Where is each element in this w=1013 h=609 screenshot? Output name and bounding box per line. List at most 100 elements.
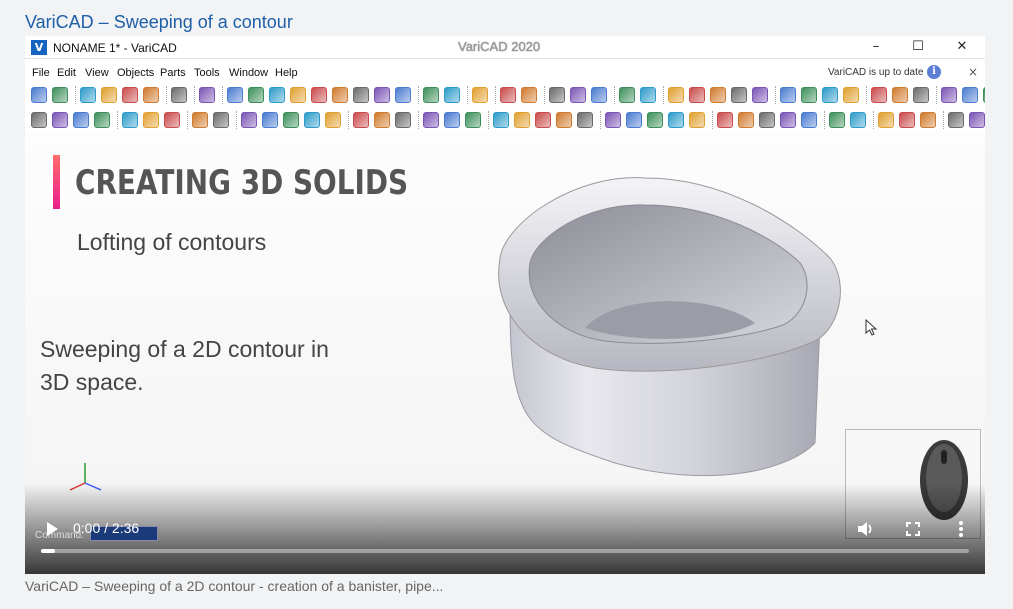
toolbar-tool-icon[interactable] (311, 87, 327, 103)
toolbar-tool-icon[interactable] (668, 112, 684, 128)
toolbar-tool-icon[interactable] (164, 112, 180, 128)
toolbar-tool-icon[interactable] (353, 112, 369, 128)
toolbar-tool-icon[interactable] (94, 112, 110, 128)
toolbar-tool-icon[interactable] (605, 112, 621, 128)
toolbar-tool-icon[interactable] (52, 87, 68, 103)
toolbar-tool-icon[interactable] (626, 112, 642, 128)
toolbar-tool-icon[interactable] (689, 87, 705, 103)
more-options-icon[interactable] (951, 519, 971, 539)
toolbar-tool-icon[interactable] (465, 112, 481, 128)
toolbar-tool-icon[interactable] (423, 112, 439, 128)
toolbar-tool-icon[interactable] (871, 87, 887, 103)
toolbar-tool-icon[interactable] (80, 87, 96, 103)
toolbar-tool-icon[interactable] (899, 112, 915, 128)
toolbar-tool-icon[interactable] (52, 112, 68, 128)
toolbar-tool-icon[interactable] (689, 112, 705, 128)
toolbar-tool-icon[interactable] (101, 87, 117, 103)
progress-bar[interactable] (41, 549, 969, 553)
toolbar-tool-icon[interactable] (577, 112, 593, 128)
toolbar-tool-icon[interactable] (514, 112, 530, 128)
toolbar-tool-icon[interactable] (941, 87, 957, 103)
menu-view[interactable]: View (85, 67, 109, 79)
toolbar-tool-icon[interactable] (269, 87, 285, 103)
toolbar-tool-icon[interactable] (31, 112, 47, 128)
toolbar-tool-icon[interactable] (850, 112, 866, 128)
toolbar-tool-icon[interactable] (591, 87, 607, 103)
toolbar-tool-icon[interactable] (192, 112, 208, 128)
toolbar-tool-icon[interactable] (801, 112, 817, 128)
toolbar-tool-icon[interactable] (493, 112, 509, 128)
toolbar-tool-icon[interactable] (325, 112, 341, 128)
toolbar-tool-icon[interactable] (962, 87, 978, 103)
toolbar-tool-icon[interactable] (731, 87, 747, 103)
toolbar-tool-icon[interactable] (640, 87, 656, 103)
toolbar-tool-icon[interactable] (619, 87, 635, 103)
toolbar-tool-icon[interactable] (738, 112, 754, 128)
info-icon[interactable]: i (927, 65, 941, 79)
toolbar-tool-icon[interactable] (752, 87, 768, 103)
fullscreen-icon[interactable] (903, 519, 923, 539)
toolbar-tool-icon[interactable] (122, 87, 138, 103)
video-player[interactable]: V NONAME 1* - VariCAD VariCAD 2020 – ☐ ✕… (25, 36, 985, 574)
toolbar-tool-icon[interactable] (535, 112, 551, 128)
minimize-button[interactable]: – (861, 38, 891, 56)
toolbar-tool-icon[interactable] (801, 87, 817, 103)
toolbar-tool-icon[interactable] (521, 87, 537, 103)
toolbar-tool-icon[interactable] (500, 87, 516, 103)
toolbar-tool-icon[interactable] (353, 87, 369, 103)
toolbar-tool-icon[interactable] (395, 87, 411, 103)
toolbar-tool-icon[interactable] (444, 112, 460, 128)
toolbar-tool-icon[interactable] (920, 112, 936, 128)
menu-edit[interactable]: Edit (57, 67, 76, 79)
toolbar-tool-icon[interactable] (843, 87, 859, 103)
toolbar-tool-icon[interactable] (171, 87, 187, 103)
close-button[interactable]: ✕ (947, 38, 977, 56)
toolbar-tool-icon[interactable] (969, 112, 985, 128)
menu-parts[interactable]: Parts (160, 67, 186, 79)
toolbar-tool-icon[interactable] (444, 87, 460, 103)
menubar-close-icon[interactable]: × (968, 65, 978, 79)
menu-file[interactable]: File (32, 67, 50, 79)
toolbar-tool-icon[interactable] (717, 112, 733, 128)
toolbar-tool-icon[interactable] (822, 87, 838, 103)
toolbar-tool-icon[interactable] (983, 87, 985, 103)
toolbar-tool-icon[interactable] (283, 112, 299, 128)
toolbar-tool-icon[interactable] (710, 87, 726, 103)
toolbar-tool-icon[interactable] (304, 112, 320, 128)
toolbar-tool-icon[interactable] (570, 87, 586, 103)
toolbar-tool-icon[interactable] (423, 87, 439, 103)
toolbar-tool-icon[interactable] (780, 87, 796, 103)
toolbar-tool-icon[interactable] (248, 87, 264, 103)
menu-help[interactable]: Help (275, 67, 298, 79)
toolbar-tool-icon[interactable] (332, 87, 348, 103)
toolbar-tool-icon[interactable] (556, 112, 572, 128)
toolbar-tool-icon[interactable] (290, 87, 306, 103)
toolbar-tool-icon[interactable] (122, 112, 138, 128)
toolbar-tool-icon[interactable] (647, 112, 663, 128)
play-icon[interactable] (41, 519, 63, 539)
menu-tools[interactable]: Tools (194, 67, 220, 79)
toolbar-tool-icon[interactable] (549, 87, 565, 103)
toolbar-tool-icon[interactable] (241, 112, 257, 128)
toolbar-tool-icon[interactable] (472, 87, 488, 103)
toolbar-tool-icon[interactable] (829, 112, 845, 128)
toolbar-tool-icon[interactable] (374, 87, 390, 103)
toolbar-tool-icon[interactable] (395, 112, 411, 128)
toolbar-tool-icon[interactable] (668, 87, 684, 103)
toolbar-tool-icon[interactable] (374, 112, 390, 128)
volume-icon[interactable] (855, 519, 875, 539)
menu-objects[interactable]: Objects (117, 67, 154, 79)
toolbar-tool-icon[interactable] (199, 87, 215, 103)
toolbar-tool-icon[interactable] (213, 112, 229, 128)
toolbar-tool-icon[interactable] (227, 87, 243, 103)
toolbar-tool-icon[interactable] (262, 112, 278, 128)
toolbar-tool-icon[interactable] (143, 87, 159, 103)
toolbar-tool-icon[interactable] (759, 112, 775, 128)
toolbar-tool-icon[interactable] (948, 112, 964, 128)
toolbar-tool-icon[interactable] (780, 112, 796, 128)
toolbar-tool-icon[interactable] (143, 112, 159, 128)
toolbar-tool-icon[interactable] (913, 87, 929, 103)
toolbar-tool-icon[interactable] (892, 87, 908, 103)
toolbar-tool-icon[interactable] (878, 112, 894, 128)
menu-window[interactable]: Window (229, 67, 268, 79)
